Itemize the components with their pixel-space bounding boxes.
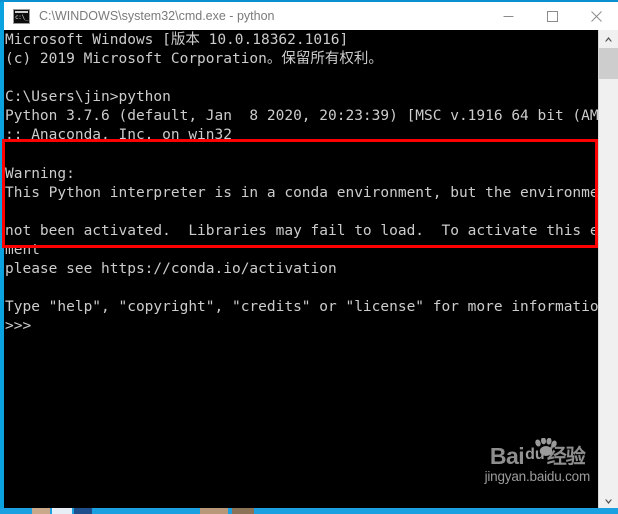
taskbar-icon-2[interactable] (52, 508, 72, 514)
window-titlebar[interactable]: C:\WINDOWS\system32\cmd.exe - python (0, 0, 618, 30)
titlebar-accent-stripe (0, 2, 4, 30)
minimize-button[interactable] (486, 2, 530, 30)
watermark-logo: Bai du 经验 (485, 438, 590, 469)
taskbar-icon-1[interactable] (32, 508, 50, 514)
close-button[interactable] (574, 2, 618, 30)
paw-print-icon (534, 438, 557, 456)
scrollbar-track[interactable] (599, 79, 618, 492)
scrollbar-thumb[interactable] (599, 48, 618, 79)
taskbar-icon-6[interactable] (232, 508, 254, 514)
watermark-brand: Bai (489, 443, 525, 469)
baidu-jingyan-watermark: Bai du 经验 jingyan.baidu.com (484, 438, 591, 484)
vertical-scrollbar[interactable] (598, 30, 618, 510)
console-text: Microsoft Windows [版本 10.0.18362.1016] (… (5, 32, 598, 335)
watermark-url: jingyan.baidu.com (484, 469, 591, 484)
window-controls (486, 2, 618, 30)
windows-taskbar[interactable] (0, 508, 618, 514)
taskbar-icon-5[interactable] (200, 508, 228, 514)
taskbar-icon-3[interactable] (74, 508, 92, 514)
console-output-area[interactable]: Microsoft Windows [版本 10.0.18362.1016] (… (4, 30, 598, 510)
scroll-up-arrow-icon[interactable] (599, 30, 618, 48)
window-title: C:\WINDOWS\system32\cmd.exe - python (39, 9, 275, 23)
cmd-console-icon (13, 8, 30, 24)
taskbar-icon-4[interactable] (140, 508, 162, 514)
cmd-window: C:\WINDOWS\system32\cmd.exe - python (0, 0, 618, 510)
maximize-button[interactable] (530, 2, 574, 30)
